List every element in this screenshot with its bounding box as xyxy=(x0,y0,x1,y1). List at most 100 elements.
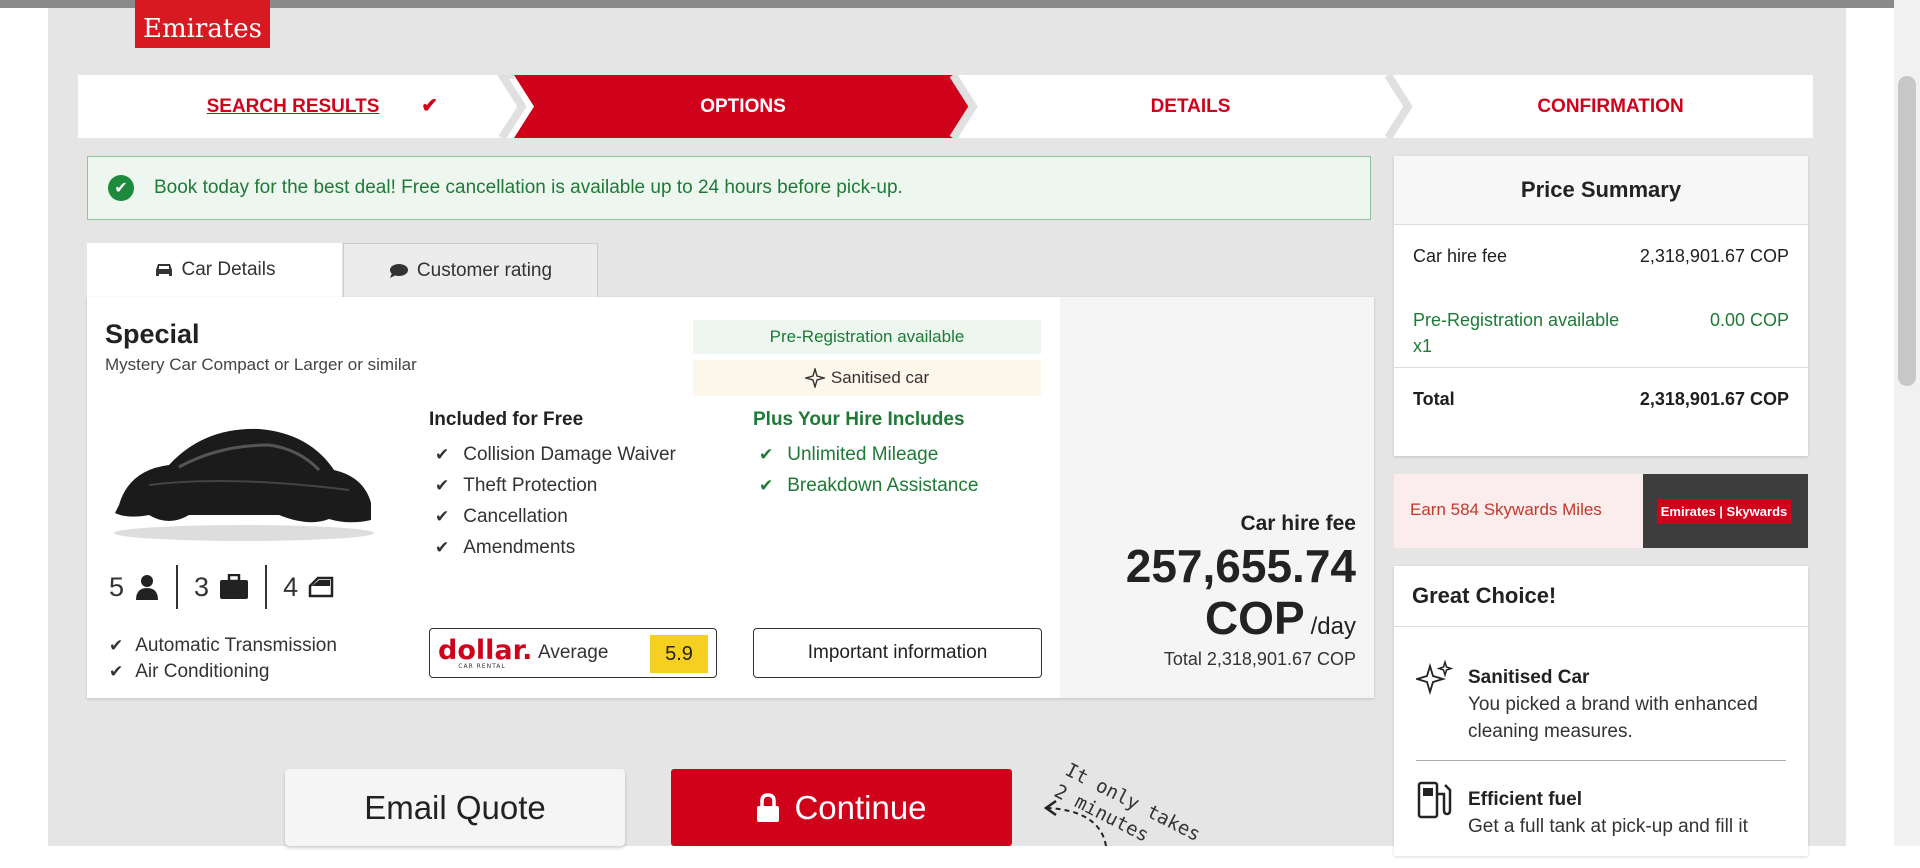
sparkle-icon xyxy=(804,368,825,388)
item-text: Theft Protection xyxy=(463,474,598,496)
item-text: Get a full tank at pick-up and fill it xyxy=(1468,816,1748,837)
item-text: Breakdown Assistance xyxy=(787,474,979,496)
seats-count: 5 xyxy=(109,571,125,602)
step-confirmation: CONFIRMATION xyxy=(1408,75,1813,138)
check-icon: ✔ xyxy=(109,636,124,655)
tab-customer-rating[interactable]: Customer rating xyxy=(343,243,598,297)
person-icon xyxy=(136,575,159,600)
step-label: OPTIONS xyxy=(700,95,786,117)
car-specs: 5 3 4 xyxy=(109,565,350,609)
list-item: ✔ Amendments xyxy=(429,532,676,563)
check-circle-icon: ✔ xyxy=(108,175,134,201)
step-details: DETAILS xyxy=(973,75,1408,138)
list-item: ✔ Breakdown Assistance xyxy=(753,470,978,501)
bags-count: 3 xyxy=(194,571,210,602)
list-item: ✔ Cancellation xyxy=(429,501,676,532)
row-label: Pre-Registration available x1 xyxy=(1413,310,1620,356)
chat-icon xyxy=(389,263,408,278)
plus-hire-includes-list: Plus Your Hire Includes ✔ Unlimited Milea… xyxy=(753,409,978,501)
badge-text: Sanitised car xyxy=(830,368,930,387)
dollar-logo: dollar. CAR RENTAL xyxy=(438,637,532,670)
list-item: ✔ Theft Protection xyxy=(429,470,676,501)
summary-row-car-hire: Car hire fee 2,318,901.67 COP xyxy=(1413,243,1789,269)
summary-row-pre-registration: Pre-Registration available x1 0.00 COP xyxy=(1413,307,1789,359)
scrollbar-thumb[interactable] xyxy=(1898,76,1916,386)
mystery-car-image xyxy=(114,428,374,541)
fee-value: 257,655.74 xyxy=(1125,540,1356,592)
lock-icon xyxy=(757,792,780,822)
item-text: You picked a brand with enhanced cleanin… xyxy=(1468,694,1758,742)
great-choice-item-fuel: Efficient fuel Get a full tank at pick-u… xyxy=(1468,786,1788,840)
list-item: ✔ Collision Damage Waiver xyxy=(429,439,676,470)
bags-spec: 3 xyxy=(178,565,268,609)
divider xyxy=(1394,367,1808,368)
item-text: Cancellation xyxy=(463,505,568,527)
price-panel: Car hire fee 257,655.74 COP/day Total 2,… xyxy=(1060,297,1374,698)
item-text: Unlimited Mileage xyxy=(787,443,939,465)
fee-currency: COP xyxy=(1204,592,1305,644)
continue-label: Continue xyxy=(794,788,927,826)
scrollbar[interactable] xyxy=(1894,0,1920,846)
seats-spec: 5 xyxy=(109,565,179,609)
continue-button[interactable]: Continue xyxy=(671,769,1012,846)
fuel-pump-icon xyxy=(1417,781,1452,819)
tab-label: Car Details xyxy=(181,259,276,280)
tab-car-details[interactable]: Car Details xyxy=(87,243,342,297)
supplier-rating[interactable]: dollar. CAR RENTAL Average 5.9 xyxy=(429,628,717,678)
step-label: SEARCH RESULTS xyxy=(206,95,380,117)
plus-title: Plus Your Hire Includes xyxy=(753,409,965,430)
skywards-logo-area: Emirates | Skywards xyxy=(1643,474,1808,548)
included-for-free-list: Included for Free ✔ Collision Damage Waiv… xyxy=(429,409,676,563)
doors-spec: 4 xyxy=(267,565,350,609)
list-item: ✔ Unlimited Mileage xyxy=(753,439,978,470)
car-subtitle: Mystery Car Compact or Larger or similar xyxy=(105,355,417,374)
row-label: Total xyxy=(1413,389,1455,409)
great-choice-title: Great Choice! xyxy=(1394,566,1808,627)
important-information-button[interactable]: Important information xyxy=(753,628,1042,678)
row-label: Car hire fee xyxy=(1413,246,1508,266)
fee-label: Car hire fee xyxy=(1240,512,1356,535)
row-value: 0.00 COP xyxy=(1709,310,1789,330)
booking-progress-steps: SEARCH RESULTS ✔ OPTIONS DETAILS CONFIRM… xyxy=(78,75,1813,138)
check-icon: ✔ xyxy=(759,444,774,464)
step-label: CONFIRMATION xyxy=(1537,95,1684,117)
logo-text: dollar. xyxy=(438,634,533,666)
step-search-results[interactable]: SEARCH RESULTS ✔ xyxy=(78,75,508,138)
tab-label: Customer rating xyxy=(416,259,553,281)
item-title: Sanitised Car xyxy=(1468,667,1590,688)
sanitised-car-badge: Sanitised car xyxy=(693,360,1041,396)
skywards-text: Earn 584 Skywards Miles xyxy=(1410,500,1602,519)
item-title: Efficient fuel xyxy=(1468,789,1583,810)
skywards-miles-banner: Earn 584 Skywards Miles Emirates | Skywa… xyxy=(1394,474,1808,548)
emirates-logo[interactable]: Emirates xyxy=(135,0,270,48)
check-icon: ✔ xyxy=(435,444,450,464)
free-cancellation-alert: ✔ Book today for the best deal! Free can… xyxy=(87,156,1371,220)
item-text: Collision Damage Waiver xyxy=(463,443,676,465)
feature-text: Automatic Transmission xyxy=(135,635,337,656)
email-quote-button[interactable]: Email Quote xyxy=(285,769,625,846)
sparkle-icon xyxy=(1416,660,1454,696)
great-choice-item-sanitised: Sanitised Car You picked a brand with en… xyxy=(1468,664,1788,745)
item-text: Amendments xyxy=(463,536,576,558)
price-summary-panel: Price Summary Car hire fee 2,318,901.67 … xyxy=(1394,156,1808,456)
rating-score: 5.9 xyxy=(650,635,708,673)
step-options: OPTIONS xyxy=(514,75,972,138)
car-name: Special xyxy=(105,319,200,349)
price-summary-title: Price Summary xyxy=(1394,156,1808,225)
included-title: Included for Free xyxy=(429,409,584,430)
check-icon: ✔ xyxy=(435,506,450,526)
check-icon: ✔ xyxy=(435,475,450,495)
summary-row-total: Total 2,318,901.67 COP xyxy=(1413,386,1789,412)
car-icon xyxy=(155,264,172,276)
logo-text: Emirates xyxy=(142,14,263,44)
divider xyxy=(1416,760,1786,761)
car-offer-card: Special Mystery Car Compact or Larger or… xyxy=(87,297,1374,698)
great-choice-panel: Great Choice! Sanitised Car You picked a… xyxy=(1394,566,1808,856)
doors-count: 4 xyxy=(283,571,299,602)
browser-top-strip xyxy=(0,0,1920,8)
car-door-icon xyxy=(308,576,334,598)
step-label: DETAILS xyxy=(1150,95,1231,117)
fee-total: Total 2,318,901.67 COP xyxy=(1163,649,1356,669)
pre-registration-badge: Pre-Registration available xyxy=(693,320,1041,354)
check-icon: ✔ xyxy=(421,95,438,117)
